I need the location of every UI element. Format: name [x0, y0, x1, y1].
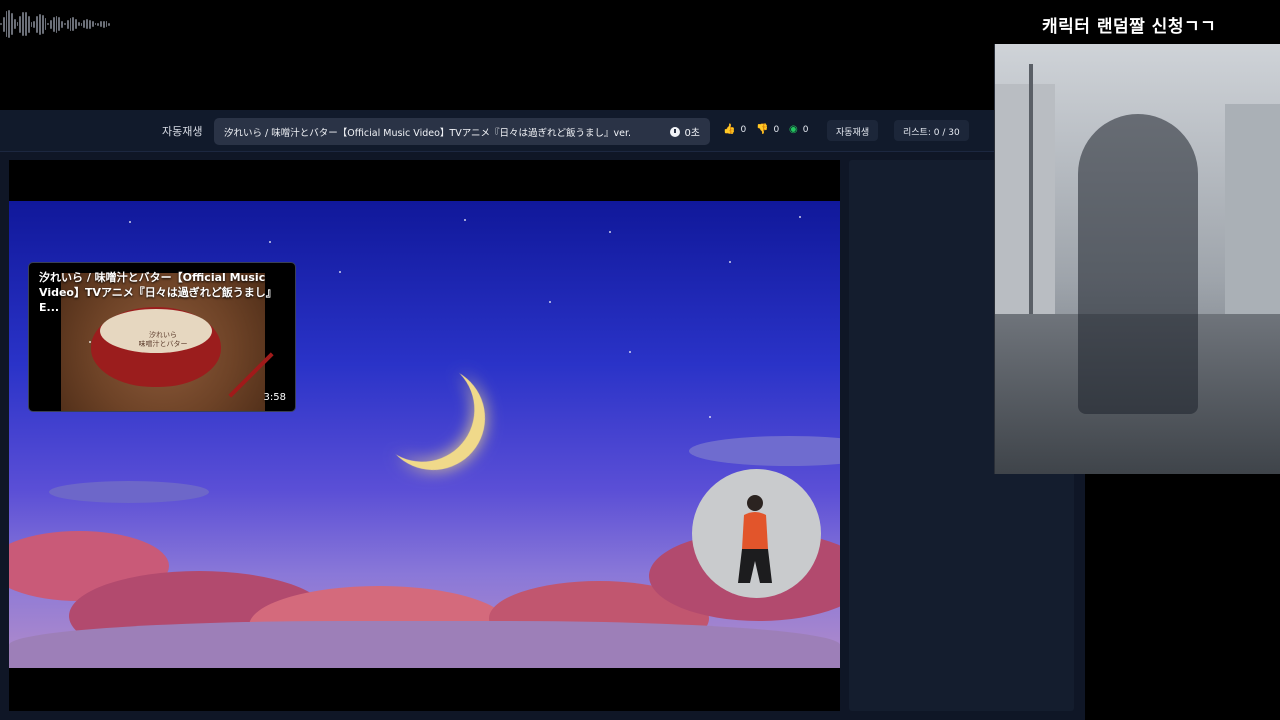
character-request-title: 캐릭터 랜덤짤 신청ㄱㄱ — [1042, 17, 1217, 37]
star — [129, 221, 131, 223]
star — [464, 219, 466, 221]
waveform-bar — [19, 15, 22, 33]
thumbs-down-icon: 👎 — [756, 124, 769, 135]
cloud — [689, 436, 840, 466]
waveform-bar — [33, 20, 36, 28]
mini-video-title: 汐れいら / 味噌汁とバター【Official Music Video】TVアニ… — [39, 271, 277, 314]
waveform-bar — [16, 22, 19, 26]
character-image — [994, 44, 1280, 474]
waveform-bar — [63, 23, 66, 25]
waveform-bar — [27, 15, 30, 33]
video-player[interactable]: 汐れいら 味噌汁とバター 汐れいら / 味噌汁とバター【Official Mus… — [9, 160, 840, 711]
crescent-moon — [373, 358, 493, 478]
person-figure — [738, 495, 772, 583]
waveform-bar — [36, 15, 38, 33]
eye-icon: ◉ — [789, 124, 798, 135]
star — [549, 301, 551, 303]
star — [339, 271, 341, 273]
waveform-bar — [89, 19, 91, 29]
thumbnail-caption-line: 汐れいら — [149, 331, 177, 339]
waveform-bar — [77, 22, 80, 26]
star — [799, 216, 801, 218]
waveform-bar — [86, 19, 88, 29]
waveform-bar — [41, 14, 44, 34]
thumbnail-caption: 汐れいら 味噌汁とバター — [61, 331, 265, 349]
waveform-bar — [105, 21, 108, 27]
waveform-bar — [55, 15, 58, 33]
view-count: ◉ 0 — [789, 124, 808, 135]
waveform-bar — [25, 12, 27, 36]
now-playing-bar[interactable]: 汐れいら / 味噌汁とバター【Official Music Video】TVアニ… — [214, 118, 710, 145]
waveform-bar — [2, 16, 5, 32]
cloud — [9, 621, 840, 668]
thumbnail-caption-line: 味噌汁とバター — [138, 340, 188, 349]
waveform-bar — [102, 20, 105, 28]
clock-icon — [670, 126, 681, 137]
star — [189, 291, 191, 293]
waveform-bar — [50, 19, 52, 29]
audio-waveform — [0, 4, 111, 44]
autoplay-button[interactable]: 자동재생 — [827, 120, 879, 141]
waveform-bar — [0, 23, 2, 25]
star — [269, 241, 271, 243]
playlist-count[interactable]: 리스트: 0 / 30 — [894, 120, 969, 141]
waveform-bar — [83, 20, 86, 28]
star — [709, 416, 711, 418]
waveform-bar — [80, 22, 83, 26]
star — [609, 231, 611, 233]
waveform-bar — [44, 18, 47, 30]
elapsed-time: 0초 — [670, 124, 700, 139]
waveform-bar — [5, 11, 8, 37]
thumbs-up-icon: 👍 — [723, 124, 736, 135]
waveform-bar — [100, 21, 102, 27]
utility-pole — [1029, 64, 1033, 354]
elapsed-time-value: 0초 — [684, 128, 700, 139]
waveform-bar — [61, 20, 63, 28]
waveform-bar — [94, 23, 97, 25]
like-count-value: 0 — [740, 124, 747, 135]
dislike-count[interactable]: 👎 0 — [756, 124, 779, 135]
waveform-bar — [11, 13, 13, 35]
waveform-bar — [47, 23, 50, 25]
autoplay-label: 자동재생 — [162, 125, 203, 138]
view-count-value: 0 — [802, 124, 809, 135]
mini-video-card[interactable]: 汐れいら 味噌汁とバター 汐れいら / 味噌汁とバター【Official Mus… — [28, 262, 296, 412]
star — [89, 341, 91, 343]
star — [729, 261, 731, 263]
star — [629, 351, 631, 353]
waveform-bar — [22, 12, 25, 36]
now-playing-title: 汐れいら / 味噌汁とバター【Official Music Video】TVアニ… — [224, 128, 632, 139]
character-figure-placeholder — [1078, 114, 1198, 414]
waveform-bar — [52, 16, 55, 32]
waveform-bar — [72, 17, 75, 31]
like-count[interactable]: 👍 0 — [723, 124, 746, 135]
waveform-bar — [69, 17, 72, 31]
waveform-bar — [91, 21, 94, 27]
chopstick — [228, 352, 274, 398]
waveform-bar — [58, 17, 61, 31]
dislike-count-value: 0 — [773, 124, 780, 135]
waveform-bar — [97, 22, 100, 26]
waveform-bar — [13, 19, 16, 29]
building — [1225, 104, 1280, 344]
building — [995, 84, 1055, 344]
waveform-bar — [30, 21, 33, 27]
video-duration: 3:58 — [263, 392, 286, 403]
music-player-app: 자동재생 汐れいら / 味噌汁とバター【Official Music Video… — [0, 110, 1085, 720]
cloud — [49, 481, 209, 503]
top-bar: 자동재생 汐れいら / 味噌汁とバター【Official Music Video… — [0, 110, 1085, 152]
waveform-bar — [66, 19, 69, 29]
video-frame: 汐れいら 味噌汁とバター 汐れいら / 味噌汁とバター【Official Mus… — [9, 201, 840, 668]
streamer-avatar — [692, 469, 821, 598]
waveform-bar — [75, 19, 77, 29]
waveform-bar — [38, 13, 41, 35]
waveform-bar — [108, 22, 111, 26]
waveform-bar — [8, 10, 11, 38]
